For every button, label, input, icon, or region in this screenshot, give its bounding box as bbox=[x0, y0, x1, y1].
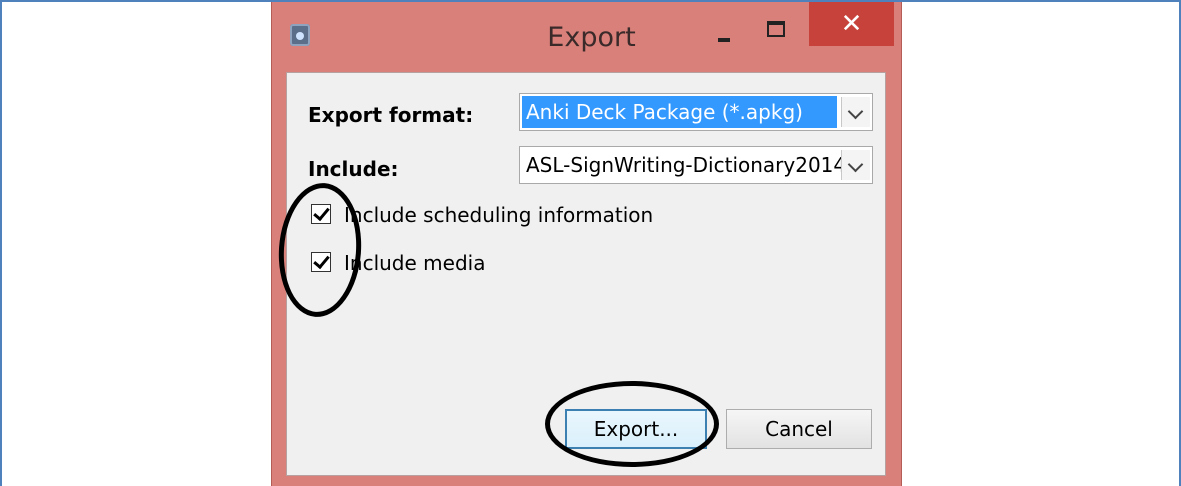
minimize-icon[interactable] bbox=[706, 20, 742, 50]
cancel-button[interactable]: Cancel bbox=[726, 409, 872, 449]
close-icon[interactable]: ✕ bbox=[809, 2, 894, 46]
dialog-body: Export format: Anki Deck Package (*.apkg… bbox=[286, 72, 886, 476]
include-deck-select[interactable]: ASL-SignWriting-Dictionary2014 bbox=[519, 146, 873, 184]
chevron-down-icon[interactable] bbox=[841, 150, 870, 180]
window-title: Export bbox=[547, 22, 636, 53]
include-deck-value: ASL-SignWriting-Dictionary2014 bbox=[526, 153, 847, 177]
include-scheduling-label: Include scheduling information bbox=[344, 203, 654, 227]
chevron-down-icon[interactable] bbox=[841, 97, 870, 127]
export-format-label: Export format: bbox=[308, 103, 474, 127]
include-media-label: Include media bbox=[344, 251, 486, 275]
include-label: Include: bbox=[308, 157, 399, 181]
include-scheduling-checkbox[interactable] bbox=[311, 204, 331, 224]
export-dialog: Export ✕ Export format: Anki Deck Packag… bbox=[271, 2, 902, 486]
export-format-select[interactable]: Anki Deck Package (*.apkg) bbox=[519, 93, 873, 131]
maximize-icon[interactable] bbox=[754, 14, 794, 48]
include-media-checkbox[interactable] bbox=[311, 252, 331, 272]
title-bar[interactable]: Export ✕ bbox=[272, 2, 901, 68]
export-button[interactable]: Export... bbox=[565, 409, 707, 449]
export-format-value: Anki Deck Package (*.apkg) bbox=[522, 96, 837, 128]
